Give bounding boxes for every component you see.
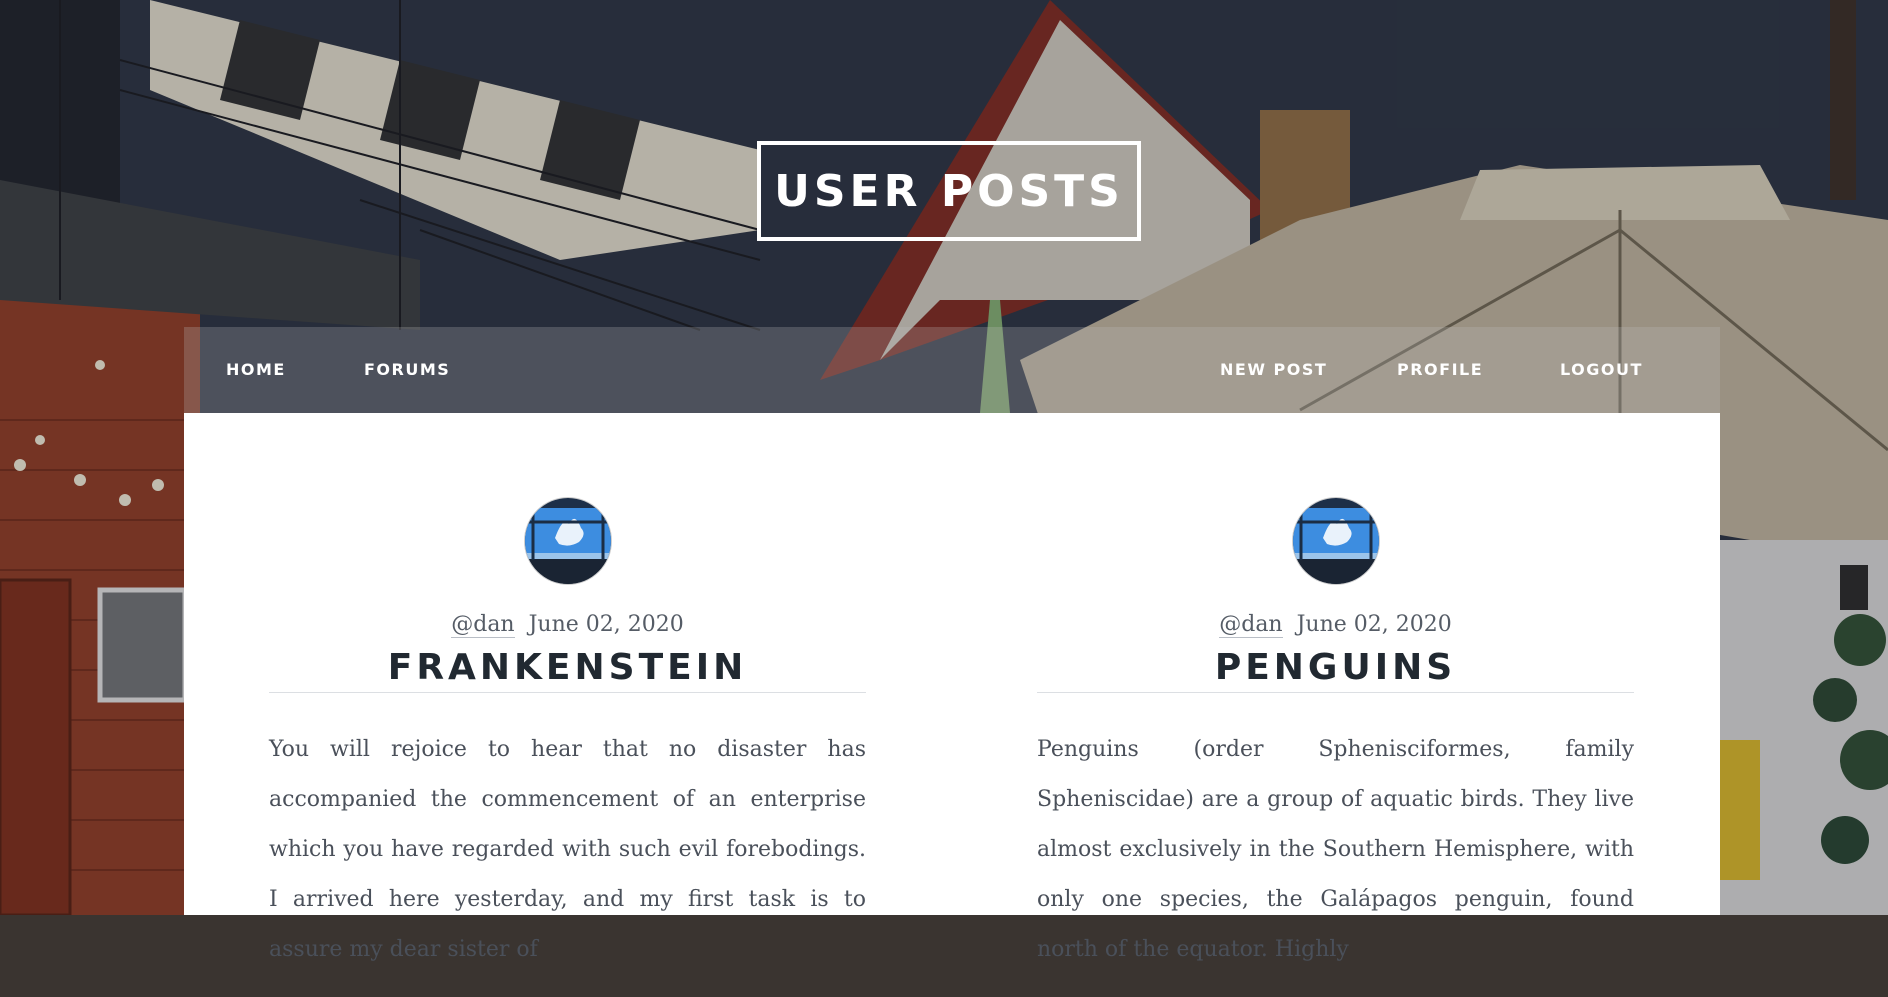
nav-new-post-link[interactable]: New Post [1220,327,1327,413]
post-card: @dan June 02, 2020 Penguins Penguins (ord… [1037,498,1634,997]
post-date: June 02, 2020 [528,612,684,637]
author-link[interactable]: @dan [1219,612,1283,638]
nav-profile-link[interactable]: Profile [1397,327,1483,413]
post-meta: @dan June 02, 2020 [269,612,866,638]
avatar[interactable] [524,498,611,584]
nav-logout-link[interactable]: Logout [1560,327,1643,413]
author-link[interactable]: @dan [451,612,515,638]
page-title: User Posts [774,165,1124,217]
post-title[interactable]: Frankenstein [269,647,866,693]
nav-home-link[interactable]: Home [226,327,286,413]
nav-forums-link[interactable]: Forums [364,327,450,413]
page-title-box: User Posts [757,141,1141,241]
post-date: June 02, 2020 [1296,612,1452,637]
post-title[interactable]: Penguins [1037,647,1634,693]
avatar[interactable] [1292,498,1379,584]
main-nav: Home Forums New Post Profile Logout [184,327,1720,413]
post-body: You will rejoice to hear that no disaste… [269,737,866,962]
post-meta: @dan June 02, 2020 [1037,612,1634,638]
post-body: Penguins (order Sphenisciformes, family … [1037,737,1634,962]
posts-container: @dan June 02, 2020 Frankenstein You will … [184,413,1720,962]
post-card: @dan June 02, 2020 Frankenstein You will … [269,498,866,997]
